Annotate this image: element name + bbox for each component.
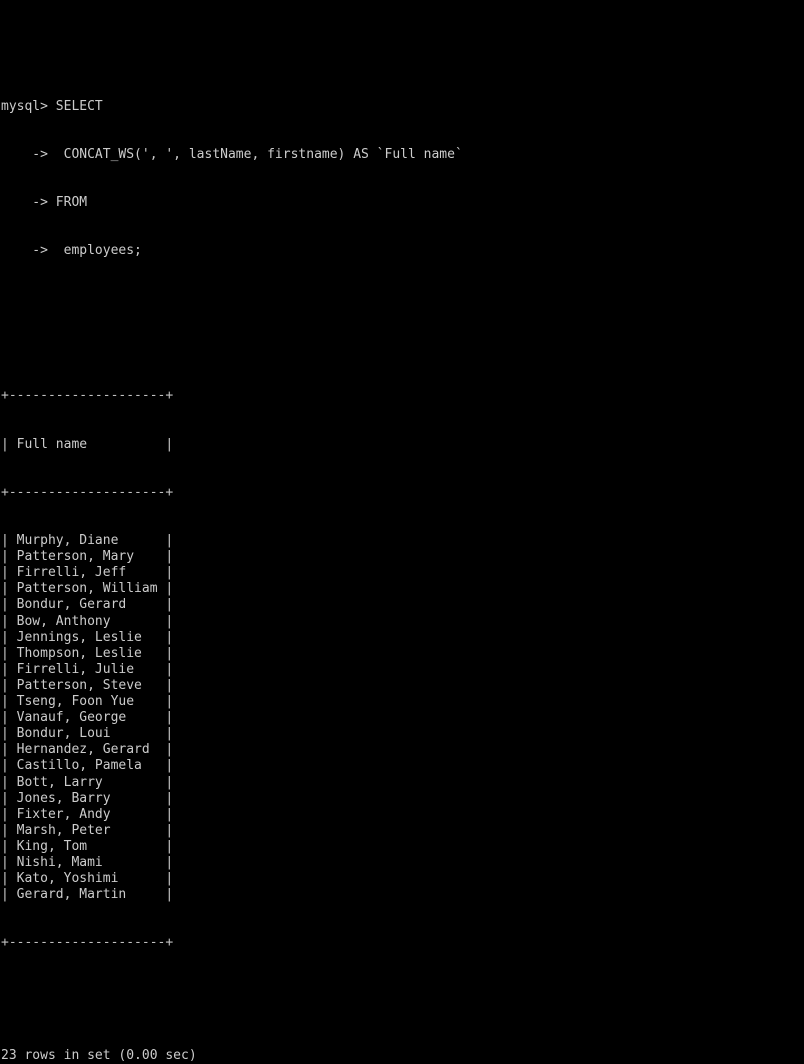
table-row: | Marsh, Peter | [1,822,174,838]
query-line-prompt: mysql> SELECT [1,98,103,114]
table-row: | Murphy, Diane | [1,533,174,549]
table-row: | Vanauf, George | [1,710,174,726]
table-row: | Jones, Barry | [1,790,174,806]
table-row: | Kato, Yoshimi | [1,871,174,887]
table-row: | Bondur, Loui | [1,726,174,742]
table-row: | Fixter, Andy | [1,806,174,822]
table-header-row: | Full name | [1,436,174,452]
status-line: 23 rows in set (0.00 sec) [1,1048,197,1064]
table-row: | Patterson, Steve | [1,677,174,693]
query-block: mysql> SELECT -> CONCAT_WS(', ', lastNam… [1,66,804,291]
table-row: | Firrelli, Julie | [1,661,174,677]
table-row: | King, Tom | [1,838,174,854]
result-table: +--------------------+ | Full name | +--… [1,356,804,984]
table-rule-header: +--------------------+ [1,484,174,500]
table-row: | Nishi, Mami | [1,854,174,870]
table-rule-bottom: +--------------------+ [1,935,174,951]
table-body: | Murphy, Diane | | Patterson, Mary | | Fi… [1,533,804,903]
table-row: | Bow, Anthony | [1,613,174,629]
query-line-select-expr: -> CONCAT_WS(', ', lastName, firstname) … [1,146,463,162]
table-row: | Firrelli, Jeff | [1,565,174,581]
table-row: | Patterson, Mary | [1,549,174,565]
table-row: | Castillo, Pamela | [1,758,174,774]
table-row: | Tseng, Foon Yue | [1,694,174,710]
table-row: | Bott, Larry | [1,774,174,790]
table-row: | Bondur, Gerard | [1,597,174,613]
table-row: | Thompson, Leslie | [1,645,174,661]
table-row: | Hernandez, Gerard | [1,742,174,758]
table-row: | Jennings, Leslie | [1,629,174,645]
terminal-window[interactable]: mysql> SELECT -> CONCAT_WS(', ', lastNam… [0,0,804,1063]
table-row: | Gerard, Martin | [1,887,174,903]
table-rule-top: +--------------------+ [1,388,174,404]
query-line-from: -> FROM [1,195,88,211]
table-row: | Patterson, William | [1,581,174,597]
query-line-table: -> employees; [1,243,142,259]
